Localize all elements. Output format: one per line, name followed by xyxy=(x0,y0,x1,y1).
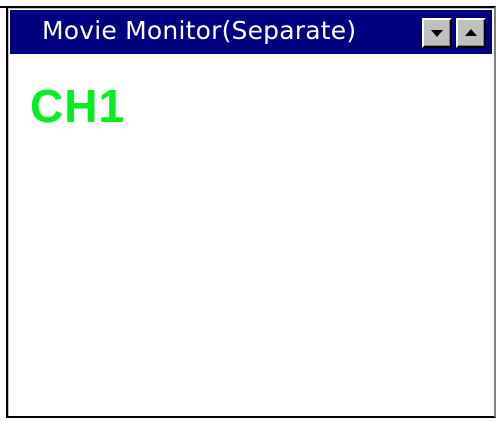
window-title: Movie Monitor(Separate) xyxy=(42,16,357,45)
movie-monitor-window: Movie Monitor(Separate) CH1 xyxy=(6,6,496,418)
triangle-up-icon xyxy=(465,29,477,36)
minimize-button[interactable] xyxy=(422,18,452,48)
triangle-down-icon xyxy=(431,30,443,37)
title-bar[interactable]: Movie Monitor(Separate) xyxy=(10,10,492,54)
channel-label: CH1 xyxy=(30,80,126,132)
monitor-display-area[interactable]: CH1 xyxy=(10,54,492,414)
maximize-button[interactable] xyxy=(456,18,486,48)
